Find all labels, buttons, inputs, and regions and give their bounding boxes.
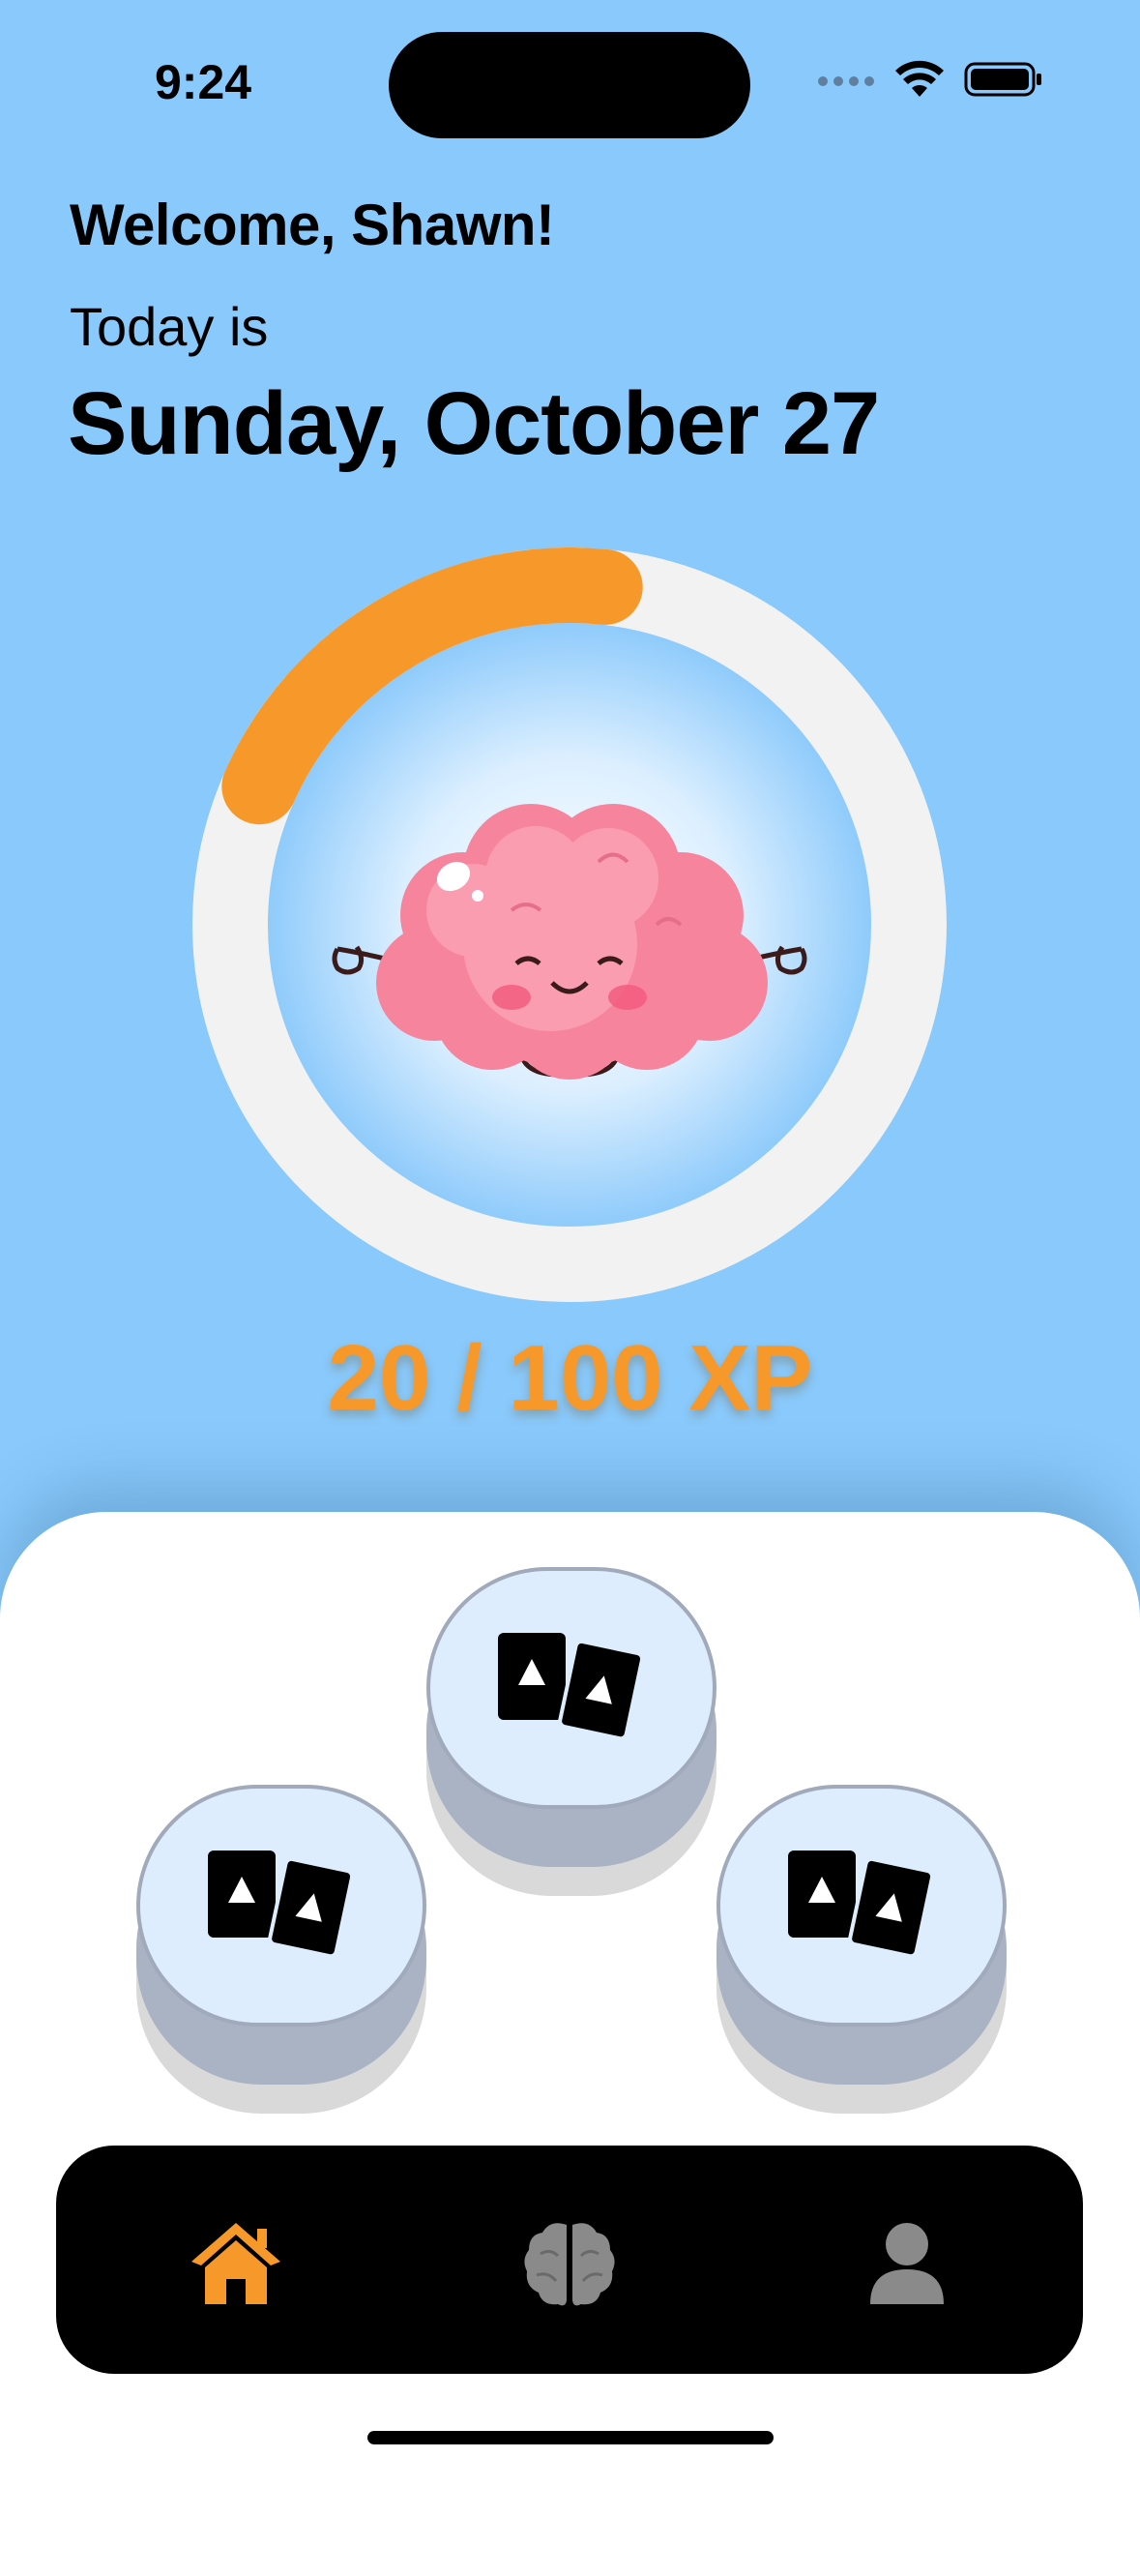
battery-icon bbox=[964, 62, 1041, 97]
cards-icon bbox=[788, 1851, 935, 1959]
lesson-button-1[interactable] bbox=[426, 1567, 716, 1896]
tab-brain[interactable] bbox=[521, 2215, 618, 2312]
cards-icon bbox=[208, 1851, 355, 1959]
welcome-text: Welcome, Shawn! bbox=[70, 192, 555, 257]
home-indicator bbox=[367, 2431, 774, 2444]
brain-icon bbox=[524, 2223, 615, 2306]
xp-progress-text: 20 / 100 XP bbox=[327, 1326, 813, 1430]
cellular-signal-icon bbox=[818, 76, 874, 86]
tab-profile[interactable] bbox=[859, 2215, 955, 2312]
xp-progress-ring bbox=[192, 548, 947, 1302]
lesson-button-3[interactable] bbox=[716, 1785, 1007, 2114]
wifi-icon bbox=[895, 60, 944, 97]
tab-bar bbox=[56, 2146, 1083, 2374]
status-time: 9:24 bbox=[155, 55, 252, 109]
status-icons bbox=[817, 60, 1043, 99]
person-icon bbox=[870, 2223, 944, 2304]
home-icon bbox=[191, 2223, 280, 2304]
cards-icon bbox=[498, 1633, 645, 1741]
dynamic-island bbox=[389, 32, 750, 138]
current-date: Sunday, October 27 bbox=[68, 374, 880, 473]
lesson-button-2[interactable] bbox=[136, 1785, 426, 2114]
tab-home[interactable] bbox=[188, 2215, 284, 2312]
today-label: Today is bbox=[70, 296, 269, 357]
